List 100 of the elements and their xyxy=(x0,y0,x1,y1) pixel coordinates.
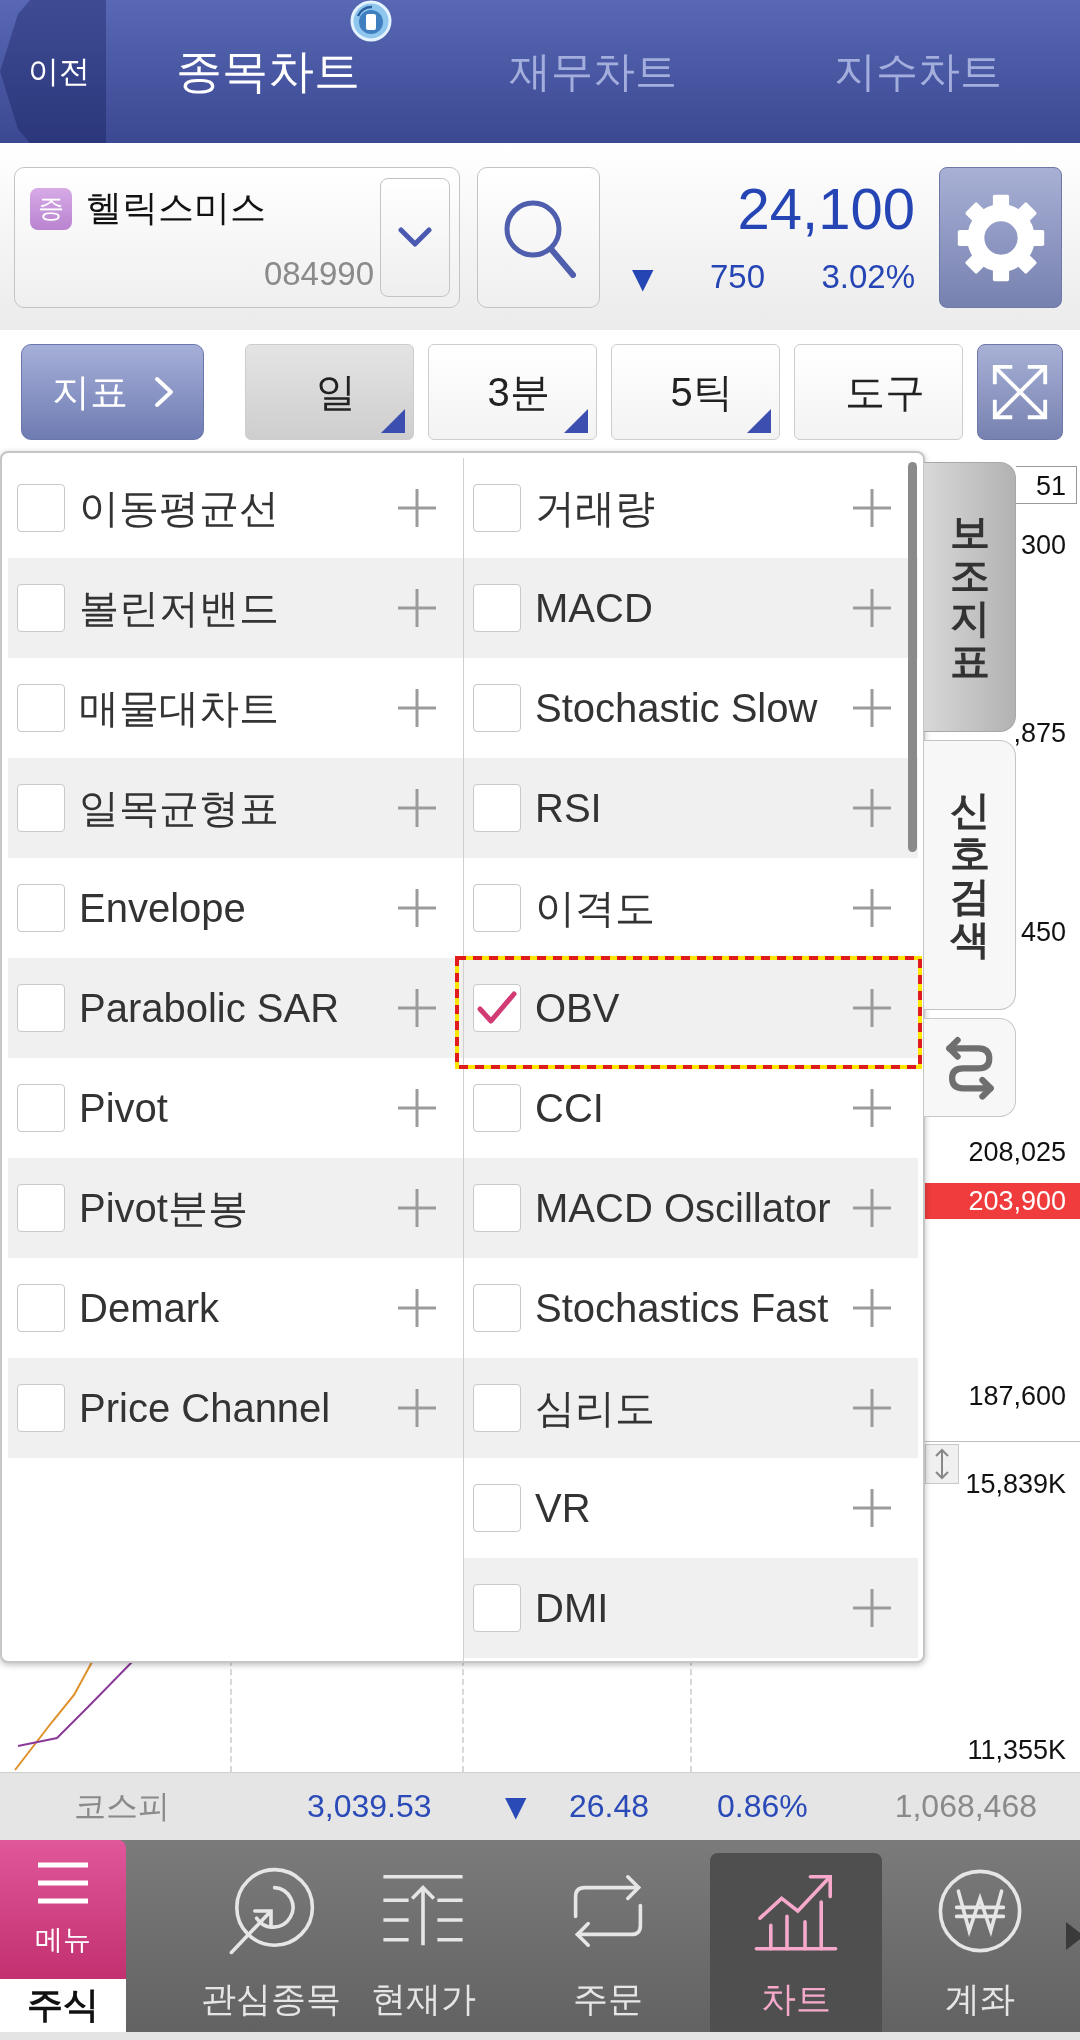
period-button[interactable]: 3분 xyxy=(428,344,597,440)
side-tab[interactable]: 보조지표 xyxy=(924,462,1016,732)
indicator-label: 일목균형표 xyxy=(79,784,280,832)
axis-label: ,875 xyxy=(1013,717,1066,750)
stock-name: 헬릭스미스 xyxy=(86,186,266,230)
indicator-row[interactable]: OBV xyxy=(464,958,918,1058)
checkbox[interactable] xyxy=(17,1284,65,1332)
stock-code: 084990 xyxy=(263,255,374,293)
change-arrow: ▼ xyxy=(632,261,654,295)
menu-icon xyxy=(35,1860,91,1905)
axis-label: 187,600 xyxy=(968,1380,1066,1413)
nav-item[interactable]: 관심종목 xyxy=(195,1853,347,2032)
indicator-label: 거래량 xyxy=(535,484,656,532)
checkbox[interactable] xyxy=(17,784,65,832)
indicator-label: 심리도 xyxy=(535,1384,656,1432)
nav-item[interactable]: 현재가 xyxy=(347,1853,499,2032)
checkbox[interactable] xyxy=(473,1284,521,1332)
checkbox[interactable] xyxy=(473,1184,521,1232)
indicator-label: CCI xyxy=(535,1085,605,1131)
checkbox[interactable] xyxy=(17,584,65,632)
checkbox[interactable] xyxy=(473,984,521,1032)
indicator-row[interactable]: Price Channel xyxy=(8,1358,463,1458)
checkbox[interactable] xyxy=(473,484,521,532)
indicator-label: VR xyxy=(535,1485,592,1531)
next-arrow-icon[interactable] xyxy=(1066,1922,1080,1950)
back-button[interactable]: 이전 xyxy=(0,0,106,143)
index-change: 26.48 xyxy=(569,1788,651,1825)
side-tab[interactable]: 신호검색 xyxy=(924,740,1016,1010)
plus-icon xyxy=(853,1189,891,1227)
checkbox[interactable] xyxy=(473,1484,521,1532)
indicator-label: 매물대차트 xyxy=(79,684,280,732)
plus-icon xyxy=(398,889,436,927)
expand-button[interactable] xyxy=(977,344,1063,440)
plus-icon xyxy=(853,489,891,527)
plus-icon xyxy=(398,1189,436,1227)
period-button[interactable]: 일 xyxy=(245,344,414,440)
checkbox[interactable] xyxy=(473,1384,521,1432)
corner-triangle-icon xyxy=(564,409,588,433)
indicator-row[interactable]: DMI xyxy=(464,1558,918,1658)
indicator-row[interactable]: RSI xyxy=(464,758,918,858)
checkbox[interactable] xyxy=(473,884,521,932)
settings-button[interactable] xyxy=(939,167,1062,308)
indicator-row[interactable]: 일목균형표 xyxy=(8,758,463,858)
tools-button[interactable]: 도구 xyxy=(794,344,963,440)
chart-tab[interactable]: 종목차트 xyxy=(106,0,431,143)
indicator-row[interactable]: Pivot분봉 xyxy=(8,1158,463,1258)
chevron-down-icon xyxy=(398,226,432,249)
indicator-label: Stochastics Fast xyxy=(535,1285,830,1331)
checkbox[interactable] xyxy=(17,684,65,732)
indicator-row[interactable]: Parabolic SAR xyxy=(8,958,463,1058)
indicator-label: Stochastic Slow xyxy=(535,685,819,731)
dropdown-button[interactable] xyxy=(380,178,450,297)
indicator-row[interactable]: MACD xyxy=(464,558,918,658)
checkbox[interactable] xyxy=(17,984,65,1032)
checkbox[interactable] xyxy=(473,1584,521,1632)
plus-icon xyxy=(398,589,436,627)
indicator-label: RSI xyxy=(535,785,603,831)
nav-item[interactable]: 차트 xyxy=(710,1853,882,2032)
axis-label: 11,355K xyxy=(967,1734,1066,1767)
checkbox[interactable] xyxy=(17,1384,65,1432)
indicator-label: 볼린저밴드 xyxy=(79,584,280,632)
index-value: 3,039.53 xyxy=(307,1788,433,1825)
checkbox[interactable] xyxy=(17,1184,65,1232)
nav-item[interactable]: 계좌 xyxy=(894,1853,1066,2032)
axis-label: 300 xyxy=(1020,529,1066,562)
axis-label: 208,025 xyxy=(968,1136,1066,1169)
stock-selector[interactable]: 증 헬릭스미스 084990 xyxy=(14,167,460,308)
checkbox[interactable] xyxy=(473,584,521,632)
price-change: 750 xyxy=(709,257,765,296)
index-name: 코스피 xyxy=(74,1786,171,1826)
search-button[interactable] xyxy=(477,167,600,308)
market-badge: 증 xyxy=(30,187,72,230)
plus-icon xyxy=(853,1089,891,1127)
resize-handle-icon[interactable] xyxy=(925,1444,959,1484)
checkbox[interactable] xyxy=(17,1084,65,1132)
period-button[interactable]: 5틱 xyxy=(611,344,780,440)
indicator-label: Pivot분봉 xyxy=(79,1184,249,1232)
plus-icon xyxy=(398,989,436,1027)
checkbox[interactable] xyxy=(17,884,65,932)
checkbox[interactable] xyxy=(473,684,521,732)
corner-triangle-icon xyxy=(747,409,771,433)
change-arrow: ▼ xyxy=(505,1790,528,1823)
plus-icon xyxy=(398,1289,436,1327)
indicator-row[interactable]: MACD Oscillator xyxy=(464,1158,918,1258)
indicator-label: DMI xyxy=(535,1585,610,1631)
current-price-label: 203,900 xyxy=(925,1183,1080,1219)
nav-item[interactable]: 주문 xyxy=(526,1853,690,2032)
indicator-label: Demark xyxy=(79,1285,221,1331)
checkbox[interactable] xyxy=(473,784,521,832)
checkbox[interactable] xyxy=(473,1084,521,1132)
plus-icon xyxy=(398,789,436,827)
menu-button[interactable]: 메뉴 xyxy=(0,1840,126,1979)
chevron-right-icon xyxy=(153,376,174,408)
indicator-row[interactable]: 볼린저밴드 xyxy=(8,558,463,658)
indicator-label: 이격도 xyxy=(535,884,656,932)
indicator-label: Pivot xyxy=(79,1085,169,1131)
corner-triangle-icon xyxy=(381,409,405,433)
swap-button[interactable] xyxy=(924,1018,1016,1117)
indicator-row[interactable]: 심리도 xyxy=(464,1358,918,1458)
checkbox[interactable] xyxy=(17,484,65,532)
